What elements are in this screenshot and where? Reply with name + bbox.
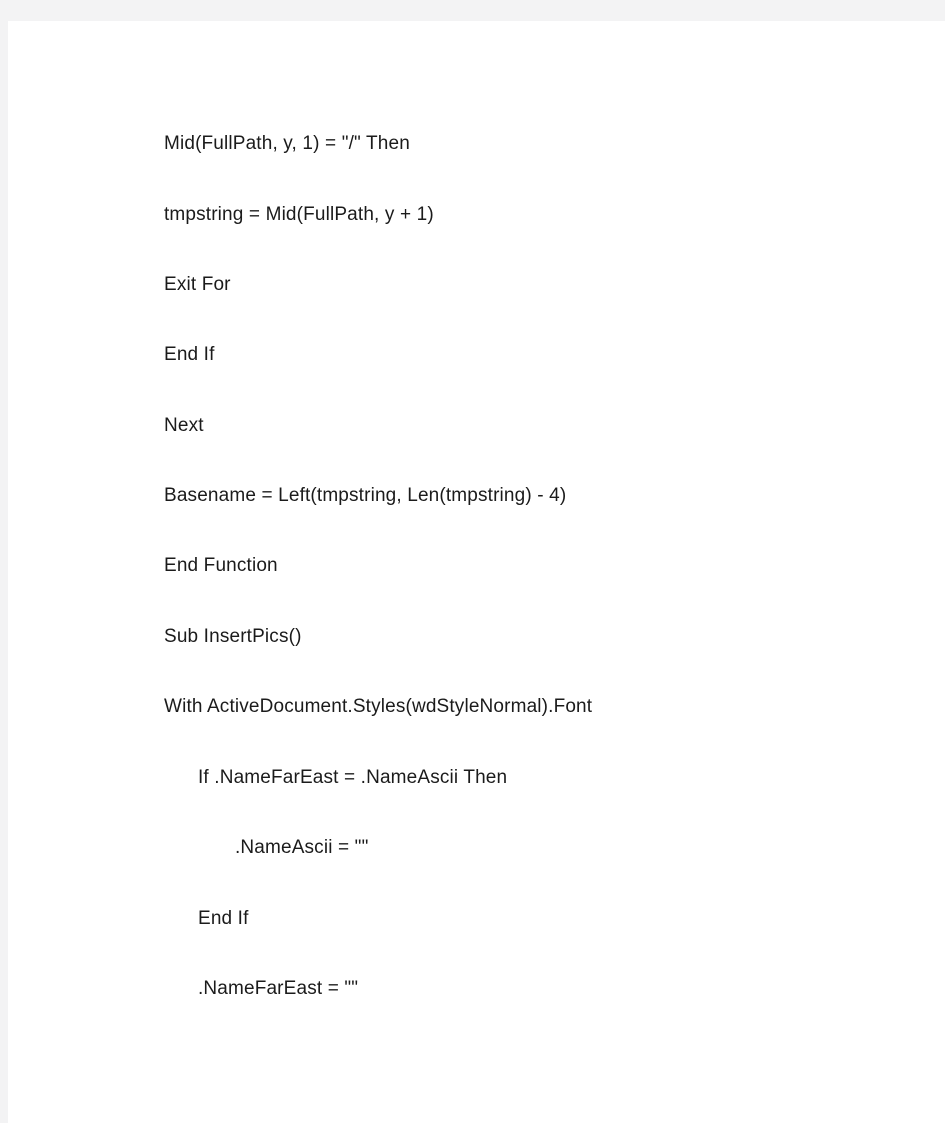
- code-line: Basename = Left(tmpstring, Len(tmpstring…: [164, 485, 567, 506]
- code-line: Sub InsertPics(): [164, 626, 302, 647]
- code-line: With ActiveDocument.Styles(wdStyleNormal…: [164, 696, 593, 717]
- code-line: If .NameFarEast = .NameAscii Then: [198, 767, 508, 788]
- code-line: .NameFarEast = "": [198, 978, 359, 999]
- code-line: tmpstring = Mid(FullPath, y + 1): [164, 204, 434, 225]
- document-page-sheet: Mid(FullPath, y, 1) = "/" Then tmpstring …: [8, 21, 945, 1123]
- code-line: Next: [164, 415, 204, 436]
- code-line: .NameAscii = "": [235, 837, 369, 858]
- code-line: Mid(FullPath, y, 1) = "/" Then: [164, 133, 410, 154]
- code-line: Exit For: [164, 274, 231, 295]
- code-line: End Function: [164, 555, 278, 576]
- code-line: End If: [164, 344, 215, 365]
- document-text-body[interactable]: Mid(FullPath, y, 1) = "/" Then tmpstring …: [8, 21, 945, 1123]
- code-line: End If: [198, 908, 249, 929]
